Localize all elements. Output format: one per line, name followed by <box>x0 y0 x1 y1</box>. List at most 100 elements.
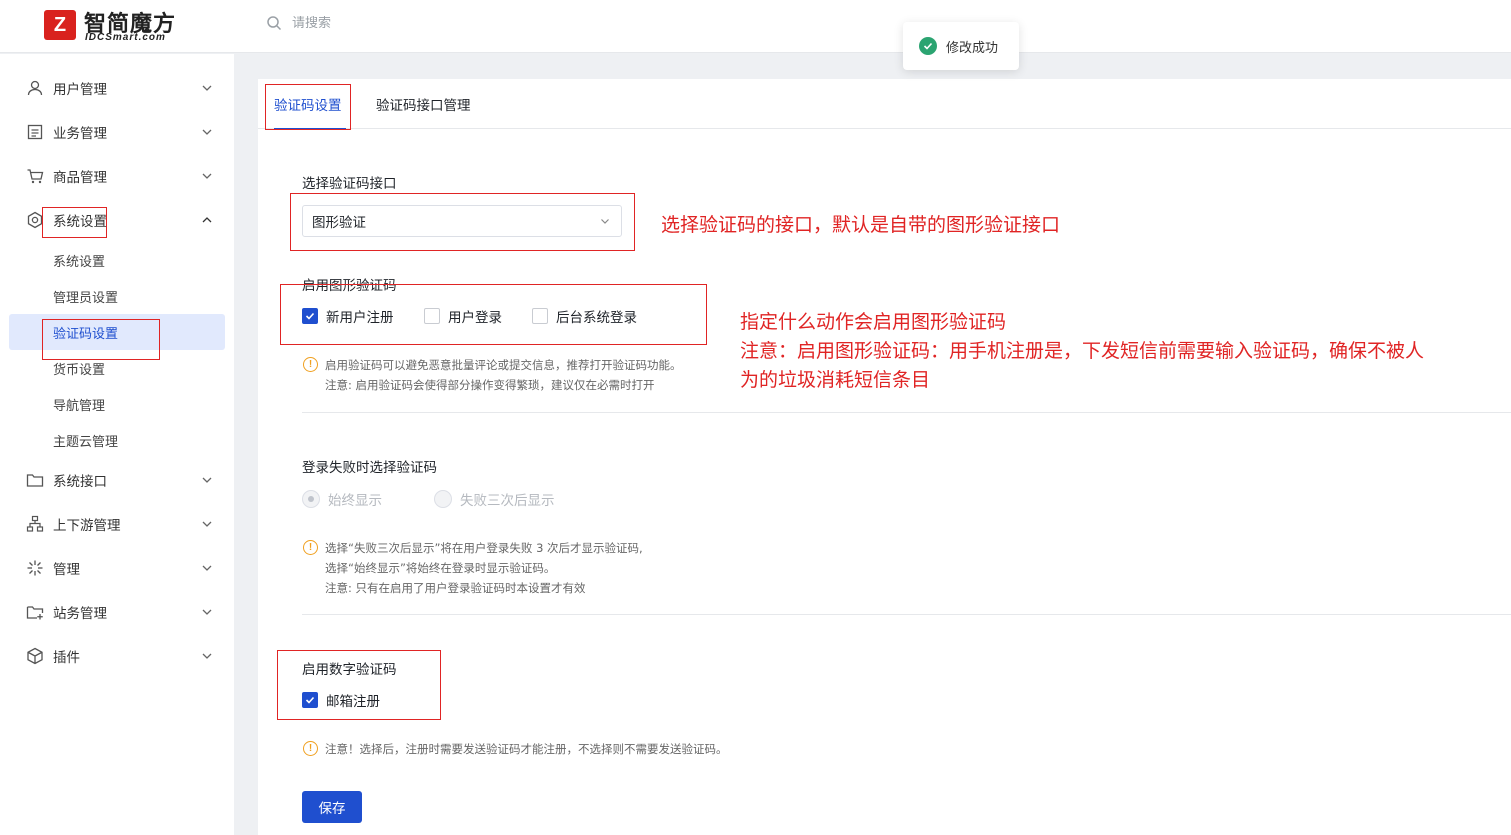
checkbox-label: 新用户注册 <box>326 310 394 326</box>
gear-icon <box>27 211 43 229</box>
graphic-captcha-hint: ! 启用验证码可以避免恶意批量评论或提交信息，推荐打开验证码功能。 注意: 启用… <box>303 355 682 395</box>
sidebar-subitem-label: 验证码设置 <box>53 326 119 342</box>
chevron-up-icon <box>202 217 212 223</box>
sidebar: 用户管理 业务管理 商品管理 系统设置 系统设置 管理员设置 验证码设置 货币设… <box>0 54 234 835</box>
check-circle-icon <box>919 37 937 55</box>
sidebar-subitem-theme-cloud[interactable]: 主题云管理 <box>9 422 225 458</box>
chevron-down-icon <box>202 477 212 483</box>
sidebar-subitem-captcha-settings[interactable]: 验证码设置 <box>9 314 225 350</box>
numeric-captcha-label: 启用数字验证码 <box>302 662 397 678</box>
sidebar-subitem-label: 系统设置 <box>53 254 106 270</box>
interface-select[interactable]: 图形验证 <box>302 205 622 237</box>
warning-icon: ! <box>303 741 318 756</box>
radio-unselected-icon <box>434 490 452 508</box>
sidebar-item-label: 站务管理 <box>53 606 107 622</box>
sidebar-subitem-navigation[interactable]: 导航管理 <box>9 386 225 422</box>
hint-line: 启用验证码可以避免恶意批量评论或提交信息，推荐打开验证码功能。 <box>325 358 682 372</box>
search-box <box>266 12 492 34</box>
sidebar-subitem-label: 货币设置 <box>53 362 106 378</box>
sidebar-item-label: 用户管理 <box>53 82 107 98</box>
cube-icon <box>27 647 43 665</box>
sidebar-item-label: 业务管理 <box>53 126 107 142</box>
chevron-down-icon <box>202 565 212 571</box>
sidebar-item-system-interface[interactable]: 系统接口 <box>0 460 234 500</box>
hint-line: 注意: 只有在启用了用户登录验证码时本设置才有效 <box>325 581 586 595</box>
annotation-note-interface: 选择验证码的接口，默认是自带的图形验证接口 <box>661 214 1061 236</box>
search-icon <box>267 16 282 31</box>
folder-icon <box>26 474 44 487</box>
sidebar-subitem-label: 主题云管理 <box>53 434 119 450</box>
sidebar-item-business[interactable]: 业务管理 <box>0 112 234 152</box>
brand-logo[interactable]: Z 智简魔方 IDCSmart.com <box>44 8 194 44</box>
sidebar-item-label: 系统设置 <box>53 214 107 230</box>
main-panel: 验证码设置 验证码接口管理 <box>258 79 1511 835</box>
checkbox-new-user-register[interactable]: 新用户注册 <box>302 306 394 326</box>
chevron-down-icon <box>202 129 212 135</box>
hint-line: 注意！选择后，注册时需要发送验证码才能注册，不选择则不需要发送验证码。 <box>325 742 728 756</box>
annotation-line: 注意：启用图形验证码：用手机注册是，下发短信前需要输入验证码，确保不被人 <box>740 340 1425 362</box>
interface-select-value: 图形验证 <box>312 215 366 231</box>
sidebar-item-label: 系统接口 <box>53 474 107 490</box>
sidebar-item-label: 上下游管理 <box>53 518 121 534</box>
radio-always-show[interactable]: 始终显示 <box>302 489 382 509</box>
document-icon <box>27 124 43 140</box>
sparkle-icon <box>27 560 43 576</box>
search-input[interactable] <box>292 15 492 31</box>
save-button[interactable]: 保存 <box>302 791 362 823</box>
interface-label: 选择验证码接口 <box>302 176 397 192</box>
chevron-down-icon <box>202 653 212 659</box>
sidebar-subitem-admin-settings[interactable]: 管理员设置 <box>9 278 225 314</box>
hierarchy-icon <box>26 515 44 532</box>
graphic-captcha-label: 启用图形验证码 <box>302 278 397 294</box>
sidebar-subitem-label: 管理员设置 <box>53 290 119 306</box>
hint-line: 注意: 启用验证码会使得部分操作变得繁琐，建议仅在必需时打开 <box>325 378 655 392</box>
section-divider <box>302 614 1511 615</box>
annotation-line: 指定什么动作会启用图形验证码 <box>740 311 1007 333</box>
sidebar-subitem-currency-settings[interactable]: 货币设置 <box>9 350 225 386</box>
hint-line: 选择“始终显示”将始终在登录时显示验证码。 <box>325 561 556 575</box>
hint-line: 选择“失败三次后显示”将在用户登录失败 3 次后才显示验证码, <box>325 541 643 555</box>
checkbox-label: 邮箱注册 <box>326 694 380 710</box>
sidebar-item-system-settings[interactable]: 系统设置 <box>0 200 234 240</box>
sidebar-item-upstream[interactable]: 上下游管理 <box>0 504 234 544</box>
login-fail-hint: ! 选择“失败三次后显示”将在用户登录失败 3 次后才显示验证码, 选择“始终显… <box>303 538 643 598</box>
sidebar-subitem-system-settings[interactable]: 系统设置 <box>9 242 225 278</box>
chevron-down-icon <box>202 521 212 527</box>
checkbox-label: 用户登录 <box>448 310 502 326</box>
radio-label: 始终显示 <box>328 493 382 509</box>
sidebar-item-label: 商品管理 <box>53 170 107 186</box>
success-toast: 修改成功 <box>903 22 1019 70</box>
checkbox-email-register[interactable]: 邮箱注册 <box>302 690 380 710</box>
user-icon <box>27 80 43 96</box>
sidebar-subitem-label: 导航管理 <box>53 398 106 414</box>
numeric-captcha-hint: ! 注意！选择后，注册时需要发送验证码才能注册，不选择则不需要发送验证码。 <box>303 739 728 759</box>
radio-show-after-three-fails[interactable]: 失败三次后显示 <box>434 489 555 509</box>
chevron-down-icon <box>202 85 212 91</box>
checkbox-label: 后台系统登录 <box>556 310 637 326</box>
sidebar-item-manage[interactable]: 管理 <box>0 548 234 588</box>
tab-captcha-interface[interactable]: 验证码接口管理 <box>376 79 476 129</box>
warning-icon: ! <box>303 540 318 555</box>
radio-selected-icon <box>302 490 320 508</box>
chevron-down-icon <box>202 173 212 179</box>
checkbox-user-login[interactable]: 用户登录 <box>424 306 502 326</box>
warning-icon: ! <box>303 357 318 372</box>
checkbox-checked-icon <box>302 308 318 324</box>
chevron-down-icon <box>202 609 212 615</box>
checkbox-admin-login[interactable]: 后台系统登录 <box>532 306 637 326</box>
section-divider <box>302 412 1511 413</box>
checkbox-checked-icon <box>302 692 318 708</box>
annotation-note-graphic: 指定什么动作会启用图形验证码 注意：启用图形验证码：用手机注册是，下发短信前需要… <box>740 308 1424 395</box>
brand-sub: IDCSmart.com <box>85 32 166 43</box>
tab-captcha-settings[interactable]: 验证码设置 <box>274 79 346 130</box>
sidebar-item-label: 管理 <box>53 562 80 578</box>
checkbox-unchecked-icon <box>532 308 548 324</box>
sidebar-item-products[interactable]: 商品管理 <box>0 156 234 196</box>
sidebar-item-users[interactable]: 用户管理 <box>0 68 234 108</box>
sidebar-item-site-affairs[interactable]: 站务管理 <box>0 592 234 632</box>
radio-label: 失败三次后显示 <box>460 493 555 509</box>
checkbox-unchecked-icon <box>424 308 440 324</box>
sidebar-item-plugins[interactable]: 插件 <box>0 636 234 676</box>
annotation-line: 为的垃圾消耗短信条目 <box>740 369 931 391</box>
folder-plus-icon <box>26 606 44 620</box>
